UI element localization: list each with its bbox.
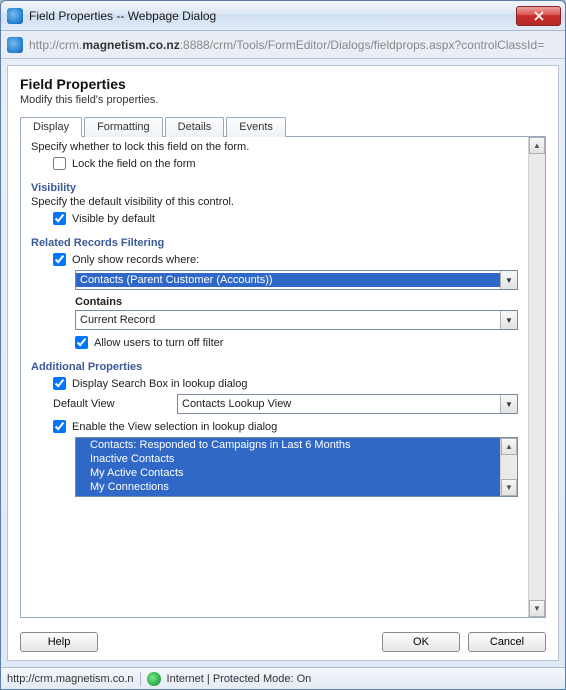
only-show-row: Only show records where: — [53, 253, 518, 266]
visibility-caption: Specify the default visibility of this c… — [31, 196, 518, 208]
visibility-checkbox-row: Visible by default — [53, 212, 518, 225]
titlebar[interactable]: Field Properties -- Webpage Dialog — [1, 1, 565, 31]
visibility-checkbox-label: Visible by default — [72, 213, 155, 225]
content-wrap: Field Properties Modify this field's pro… — [1, 59, 565, 667]
views-list: Contacts: Responded to Campaigns in Last… — [76, 438, 500, 496]
globe-icon — [147, 672, 161, 686]
close-button[interactable] — [516, 6, 561, 26]
records-where-block: Contacts (Parent Customer (Accounts)) ▼ … — [75, 270, 518, 349]
ok-button[interactable]: OK — [382, 632, 460, 652]
chevron-down-icon: ▼ — [500, 395, 517, 413]
additional-title: Additional Properties — [31, 361, 518, 373]
records-where-value: Contacts (Parent Customer (Accounts)) — [76, 273, 500, 287]
default-view-dropdown[interactable]: Contacts Lookup View ▼ — [177, 394, 518, 414]
tab-events[interactable]: Events — [226, 117, 286, 137]
records-where-dropdown[interactable]: Contacts (Parent Customer (Accounts)) ▼ — [75, 270, 518, 290]
divider — [140, 672, 141, 686]
ie-icon — [7, 8, 23, 24]
default-view-label: Default View — [53, 398, 163, 410]
page-title: Field Properties — [20, 76, 546, 92]
search-box-checkbox[interactable] — [53, 377, 66, 390]
related-title: Related Records Filtering — [31, 237, 518, 249]
default-view-row: Default View Contacts Lookup View ▼ — [53, 394, 518, 414]
tab-formatting[interactable]: Formatting — [84, 117, 163, 137]
list-item[interactable]: My Connections — [90, 480, 500, 494]
list-item[interactable]: Contacts: Responded to Campaigns in Last… — [90, 438, 500, 452]
lock-caption: Specify whether to lock this field on th… — [31, 141, 518, 153]
status-bar: http://crm.magnetism.co.n Internet | Pro… — [1, 667, 565, 689]
allow-off-label: Allow users to turn off filter — [94, 337, 223, 349]
only-show-label: Only show records where: — [72, 254, 199, 266]
page-subtitle: Modify this field's properties. — [20, 94, 546, 106]
enable-view-checkbox[interactable] — [53, 420, 66, 433]
url-host: magnetism.co.nz — [82, 38, 179, 52]
visibility-checkbox[interactable] — [53, 212, 66, 225]
tab-display[interactable]: Display — [20, 117, 82, 137]
only-show-checkbox[interactable] — [53, 253, 66, 266]
default-view-value: Contacts Lookup View — [178, 397, 500, 411]
address-url: http://crm.magnetism.co.nz:8888/crm/Tool… — [29, 38, 544, 52]
scroll-up-icon[interactable]: ▲ — [501, 438, 517, 455]
views-listbox[interactable]: Contacts: Responded to Campaigns in Last… — [75, 437, 518, 497]
tab-strip: Display Formatting Details Events — [20, 116, 546, 137]
lock-checkbox[interactable] — [53, 157, 66, 170]
scroll-track[interactable] — [501, 455, 517, 479]
dialog-window: Field Properties -- Webpage Dialog http:… — [0, 0, 566, 690]
status-right: Internet | Protected Mode: On — [167, 673, 312, 685]
allow-off-row: Allow users to turn off filter — [75, 336, 518, 349]
list-item[interactable]: My Active Contacts — [90, 466, 500, 480]
enable-view-label: Enable the View selection in lookup dial… — [72, 421, 277, 433]
lock-checkbox-row: Lock the field on the form — [53, 157, 518, 170]
tab-details[interactable]: Details — [165, 117, 225, 137]
list-item[interactable]: Inactive Contacts — [90, 452, 500, 466]
allow-off-checkbox[interactable] — [75, 336, 88, 349]
window-title: Field Properties -- Webpage Dialog — [29, 9, 516, 23]
search-box-label: Display Search Box in lookup dialog — [72, 378, 248, 390]
contains-label: Contains — [75, 296, 518, 308]
contains-dropdown[interactable]: Current Record ▼ — [75, 310, 518, 330]
url-rest: :8888/crm/Tools/FormEditor/Dialogs/field… — [180, 38, 545, 52]
search-box-row: Display Search Box in lookup dialog — [53, 377, 518, 390]
contains-value: Current Record — [76, 313, 500, 327]
chevron-down-icon: ▼ — [500, 311, 517, 329]
scroll-down-icon[interactable]: ▼ — [501, 479, 517, 496]
chevron-down-icon: ▼ — [500, 271, 517, 289]
status-left: http://crm.magnetism.co.n — [7, 673, 134, 685]
dialog-buttons: Help OK Cancel — [20, 632, 546, 652]
scroll-up-icon[interactable]: ▲ — [529, 137, 545, 154]
main-panel: Field Properties Modify this field's pro… — [7, 65, 559, 661]
address-bar: http://crm.magnetism.co.nz:8888/crm/Tool… — [1, 31, 565, 59]
enable-view-row: Enable the View selection in lookup dial… — [53, 420, 518, 433]
close-icon — [534, 11, 544, 21]
tab-body: Specify whether to lock this field on th… — [20, 137, 546, 618]
url-prefix: http://crm. — [29, 38, 82, 52]
ok-cancel-group: OK Cancel — [382, 632, 546, 652]
scroll-down-icon[interactable]: ▼ — [529, 600, 545, 617]
ie-page-icon — [7, 37, 23, 53]
help-button[interactable]: Help — [20, 632, 98, 652]
tab-content: Specify whether to lock this field on th… — [21, 137, 528, 617]
panel-scrollbar[interactable]: ▲ ▼ — [528, 137, 545, 617]
scroll-track[interactable] — [529, 154, 545, 600]
listbox-scrollbar[interactable]: ▲ ▼ — [500, 438, 517, 496]
visibility-title: Visibility — [31, 182, 518, 194]
cancel-button[interactable]: Cancel — [468, 632, 546, 652]
lock-checkbox-label: Lock the field on the form — [72, 158, 196, 170]
